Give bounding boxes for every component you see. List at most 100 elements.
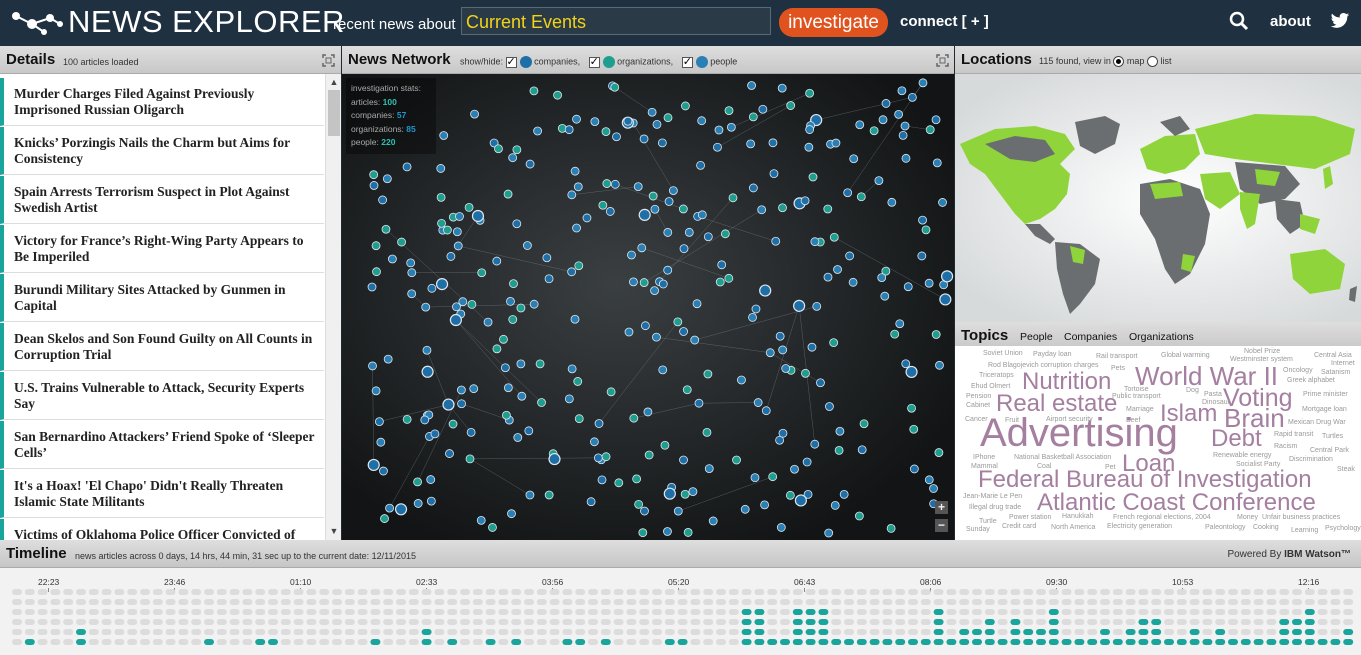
- network-node[interactable]: [598, 200, 608, 210]
- timeline-cell[interactable]: [370, 619, 381, 625]
- network-node[interactable]: [720, 229, 730, 239]
- timeline-cell[interactable]: [1279, 609, 1290, 615]
- topic-word[interactable]: Discrimination: [1289, 456, 1333, 463]
- network-node[interactable]: [572, 114, 581, 124]
- network-node[interactable]: [442, 398, 455, 411]
- topic-word[interactable]: Psychology: [1325, 525, 1361, 532]
- timeline-cell[interactable]: [895, 619, 906, 625]
- network-node[interactable]: [564, 394, 574, 404]
- timeline-cell[interactable]: [357, 639, 368, 645]
- network-node[interactable]: [638, 208, 651, 222]
- network-node[interactable]: [877, 273, 887, 283]
- network-node[interactable]: [436, 192, 446, 202]
- timeline-cell[interactable]: [1138, 629, 1149, 635]
- timeline-cell[interactable]: [216, 629, 227, 635]
- network-node[interactable]: [724, 106, 734, 116]
- timeline-cell[interactable]: [1343, 589, 1354, 595]
- network-node[interactable]: [529, 86, 539, 96]
- timeline-cell[interactable]: [703, 609, 714, 615]
- timeline-cell[interactable]: [165, 619, 176, 625]
- timeline-cell[interactable]: [268, 609, 278, 615]
- timeline-cell[interactable]: [178, 589, 189, 595]
- scroll-up-icon[interactable]: ▲: [329, 77, 339, 87]
- network-node[interactable]: [442, 225, 452, 235]
- tab-people[interactable]: People: [1020, 331, 1053, 343]
- timeline-cell[interactable]: [869, 629, 880, 635]
- network-node[interactable]: [371, 386, 381, 396]
- timeline-cell[interactable]: [396, 599, 406, 605]
- network-node[interactable]: [512, 145, 522, 155]
- timeline-cell[interactable]: [677, 619, 688, 625]
- network-node[interactable]: [776, 523, 786, 532]
- network-node[interactable]: [918, 78, 928, 88]
- network-node[interactable]: [606, 387, 616, 397]
- network-node[interactable]: [664, 197, 674, 206]
- topic-word[interactable]: Central Park: [1310, 447, 1349, 454]
- timeline-cell[interactable]: [946, 619, 957, 625]
- network-node[interactable]: [917, 251, 927, 261]
- timeline-cell[interactable]: [421, 599, 432, 605]
- network-node[interactable]: [808, 172, 818, 182]
- timeline-cell[interactable]: [895, 629, 906, 635]
- network-node[interactable]: [895, 319, 905, 329]
- network-node[interactable]: [696, 160, 705, 170]
- timeline-cell[interactable]: [1087, 589, 1098, 595]
- timeline-cell[interactable]: [242, 639, 253, 645]
- network-node[interactable]: [601, 127, 611, 137]
- network-node[interactable]: [639, 278, 649, 287]
- network-node[interactable]: [939, 293, 952, 306]
- network-node[interactable]: [640, 506, 649, 516]
- network-node[interactable]: [713, 142, 722, 152]
- timeline-cell[interactable]: [856, 619, 867, 625]
- network-node[interactable]: [524, 426, 534, 436]
- timeline-cell[interactable]: [370, 589, 381, 595]
- timeline-cell[interactable]: [703, 619, 714, 625]
- timeline-cell[interactable]: [984, 629, 995, 635]
- timeline-cell[interactable]: [1087, 599, 1098, 605]
- network-node[interactable]: [602, 179, 612, 188]
- timeline-cell[interactable]: [1074, 639, 1085, 645]
- timeline-cell[interactable]: [268, 629, 278, 635]
- world-map[interactable]: [955, 74, 1361, 322]
- timeline-cell[interactable]: [485, 619, 496, 625]
- timeline-cell[interactable]: [498, 639, 509, 645]
- timeline-cell[interactable]: [1164, 639, 1174, 645]
- network-node[interactable]: [925, 125, 935, 135]
- timeline-cell[interactable]: [1061, 629, 1072, 635]
- timeline-cell[interactable]: [344, 639, 355, 645]
- timeline-cell[interactable]: [1074, 609, 1085, 615]
- network-node[interactable]: [430, 429, 440, 439]
- timeline-cell[interactable]: [485, 609, 496, 615]
- timeline-cell[interactable]: [1240, 629, 1251, 635]
- topic-search-input[interactable]: Current Events: [461, 7, 771, 35]
- timeline-cell[interactable]: [728, 599, 739, 605]
- timeline-cell[interactable]: [242, 619, 253, 625]
- timeline-cell[interactable]: [716, 589, 726, 595]
- timeline-cell[interactable]: [703, 629, 714, 635]
- network-node[interactable]: [369, 170, 379, 180]
- timeline-cell[interactable]: [24, 629, 35, 635]
- connect-button[interactable]: connect [ + ]: [900, 13, 989, 30]
- timeline-cell[interactable]: [613, 619, 624, 625]
- timeline-cell[interactable]: [664, 619, 675, 625]
- network-node[interactable]: [901, 359, 911, 369]
- network-node[interactable]: [732, 455, 741, 465]
- network-node[interactable]: [790, 464, 799, 474]
- topic-word[interactable]: Internet: [1331, 360, 1355, 367]
- timeline-cell[interactable]: [1317, 629, 1328, 635]
- timeline-cell[interactable]: [1317, 639, 1328, 645]
- timeline-cell[interactable]: [421, 639, 432, 645]
- topic-word[interactable]: Power station: [1009, 514, 1051, 521]
- network-node[interactable]: [643, 407, 653, 417]
- topic-word[interactable]: Cabinet: [966, 402, 990, 409]
- network-node[interactable]: [810, 237, 820, 247]
- timeline-cell[interactable]: [690, 639, 701, 645]
- timeline-cell[interactable]: [524, 599, 534, 605]
- timeline-cell[interactable]: [831, 599, 842, 605]
- timeline-cell[interactable]: [780, 599, 790, 605]
- timeline-cell[interactable]: [37, 619, 48, 625]
- network-node[interactable]: [471, 209, 485, 223]
- topic-word[interactable]: Dog: [1186, 387, 1199, 394]
- topic-word[interactable]: Oncology: [1283, 367, 1313, 374]
- timeline-cell[interactable]: [600, 619, 611, 625]
